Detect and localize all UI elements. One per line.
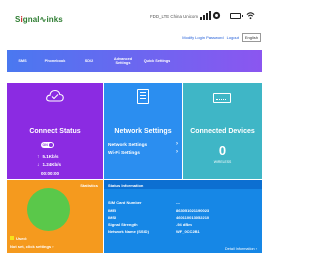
- info-value-imei: 863051021190023: [176, 208, 210, 213]
- info-label-ssid: Network Name (SSID): [108, 229, 149, 234]
- info-value-ssid: WF_0CC2B1: [176, 229, 200, 234]
- connect-status-tile: Connect Status ON ↑ 5.1Kb/s ↓ 1.24Kb/s 00:…: [7, 83, 103, 179]
- top-bar: Signal∿inks FDD_LTE China Unicom Modify …: [0, 0, 262, 44]
- modify-password-link[interactable]: Modify Login Password: [182, 35, 223, 40]
- usage-pie-chart: [27, 188, 70, 231]
- info-label-imei: IMEI: [108, 208, 117, 213]
- menu-advanced-settings[interactable]: Advanced Settings: [106, 57, 140, 65]
- download-arrow-icon: ↓: [37, 162, 40, 168]
- chevron-right-icon: ›: [176, 149, 178, 155]
- battery-icon: [230, 13, 243, 19]
- wifi-settings-link[interactable]: Wi-Fi Settings: [108, 151, 140, 156]
- status-information-tile: Status Information SIM Card Number --- I…: [104, 180, 262, 253]
- statistics-tile: Statistics Used: Not set, click settings…: [7, 180, 103, 253]
- menu-phonebook[interactable]: Phonebook: [38, 59, 72, 63]
- network-settings-tile[interactable]: Network Settings Network Settings › Wi-F…: [104, 83, 182, 179]
- router-icon: [137, 89, 149, 104]
- menu-sd[interactable]: SD/2: [72, 59, 106, 63]
- info-label-imsi: IMSI: [108, 215, 117, 220]
- brand-logo: Signal∿inks: [15, 15, 63, 24]
- connect-status-title: Connect Status: [29, 128, 81, 135]
- statistics-settings-link[interactable]: Not set, click settings ›: [10, 244, 54, 249]
- language-select[interactable]: English: [241, 33, 261, 42]
- download-rate: ↓ 1.24Kb/s: [37, 162, 62, 168]
- cloud-check-icon: [46, 89, 64, 102]
- wifi-status-icon: [212, 11, 221, 20]
- upload-arrow-icon: ↑: [37, 154, 40, 160]
- upload-rate: ↑ 5.1Kb/s: [37, 154, 59, 160]
- status-information-title: Status Information: [104, 180, 262, 189]
- network-operator: FDD_LTE China Unicom: [150, 14, 198, 19]
- logout-link[interactable]: Logout: [227, 35, 239, 40]
- info-value-imsi: 460110013052210: [176, 215, 210, 220]
- device-count: 0: [218, 143, 227, 158]
- info-label-sim: SIM Card Number: [108, 200, 142, 205]
- info-value-signal: -94 dBm: [176, 222, 192, 227]
- menu-quick-settings[interactable]: Quick Settings: [140, 59, 174, 63]
- device-icon: [213, 93, 231, 103]
- device-count-sub: WIRELESS: [213, 160, 232, 164]
- network-settings-link[interactable]: Network Settings: [108, 143, 147, 148]
- detail-information-link[interactable]: Detail Information ›: [225, 247, 257, 251]
- chevron-right-icon: ›: [176, 141, 178, 147]
- connection-toggle[interactable]: ON: [41, 142, 54, 148]
- connected-devices-title: Connected Devices: [190, 128, 255, 135]
- used-legend-swatch: [10, 236, 14, 240]
- main-menu: SMS Phonebook SD/2 Advanced Settings Qui…: [7, 50, 262, 72]
- menu-sms[interactable]: SMS: [7, 59, 38, 63]
- connected-devices-tile[interactable]: Connected Devices 0 WIRELESS: [183, 83, 262, 179]
- used-legend-label: Used:: [16, 236, 28, 241]
- statistics-title: Statistics: [80, 183, 98, 188]
- info-label-signal: Signal Strength: [108, 222, 138, 227]
- signal-strength-icon: [200, 11, 211, 20]
- network-settings-title: Network Settings: [114, 128, 172, 135]
- connection-duration: 00:00:00: [41, 171, 60, 176]
- wifi-icon: [246, 12, 255, 20]
- info-value-sim: ---: [176, 200, 180, 205]
